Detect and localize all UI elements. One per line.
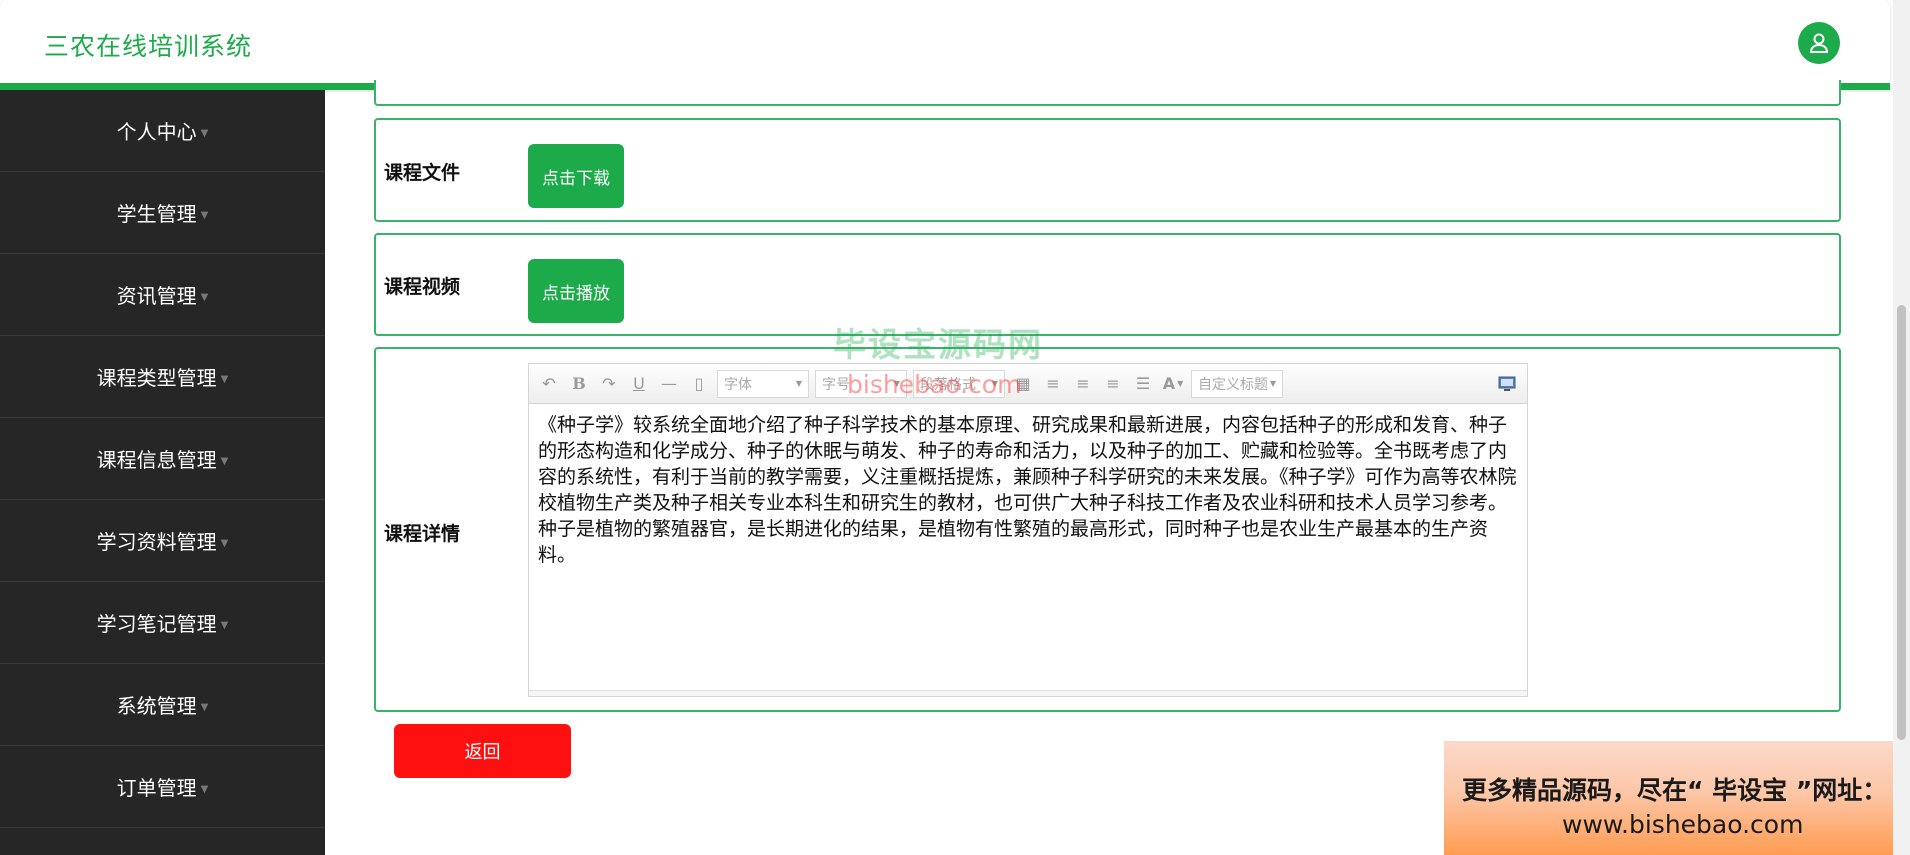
align-center-icon[interactable]: ≡ bbox=[1101, 372, 1125, 396]
user-avatar-button[interactable] bbox=[1798, 22, 1840, 64]
watermark-url: bishebao.com bbox=[847, 370, 1022, 399]
course-file-panel: 课程文件 点击下载 bbox=[374, 118, 1841, 222]
course-file-label: 课程文件 bbox=[384, 162, 461, 184]
page-scrollbar[interactable] bbox=[1893, 0, 1910, 855]
course-detail-panel: 课程详情 ↶ B ↷ U — ▯ 字体 ▼ 字号 ▼ 段落格式 ▼ ▦ ≡ ≡ ≡ ☰… bbox=[374, 347, 1841, 712]
editor-content[interactable]: 《种子学》较系统全面地介绍了种子科学技术的基本原理、研究成果和最新进展，内容包括… bbox=[529, 404, 1527, 576]
sidebar-nav: 个人中心 ▼ 学生管理 ▼ 资讯管理 ▼ 课程类型管理 ▼ 课程信息管理 ▼ 学习资料管理… bbox=[0, 90, 325, 855]
caret-down-icon: ▼ bbox=[200, 210, 209, 221]
align-left-icon[interactable]: ≡ bbox=[1041, 372, 1065, 396]
course-detail-label: 课程详情 bbox=[384, 523, 461, 545]
course-video-label: 课程视频 bbox=[384, 276, 461, 298]
redo-icon[interactable]: ↷ bbox=[597, 372, 621, 396]
sidebar-item-order-management[interactable]: 订单管理 ▼ bbox=[0, 746, 325, 828]
custom-heading-select[interactable]: 自定义标题 ▼ bbox=[1191, 369, 1283, 398]
fullscreen-icon[interactable] bbox=[1495, 372, 1519, 396]
undo-icon[interactable]: ↶ bbox=[537, 372, 561, 396]
ad-banner-url[interactable]: www.bishebao.com bbox=[1562, 810, 1803, 839]
course-video-panel: 课程视频 点击播放 bbox=[374, 233, 1841, 336]
sidebar-item-news-management[interactable]: 资讯管理 ▼ bbox=[0, 254, 325, 336]
rich-text-editor[interactable]: ↶ B ↷ U — ▯ 字体 ▼ 字号 ▼ 段落格式 ▼ ▦ ≡ ≡ ≡ ☰ A ▼ 自… bbox=[528, 363, 1528, 697]
sidebar-item-course-info-management[interactable]: 课程信息管理 ▼ bbox=[0, 418, 325, 500]
align-justify-icon[interactable]: ☰ bbox=[1131, 372, 1155, 396]
user-icon bbox=[1809, 33, 1829, 53]
font-family-select[interactable]: 字体 ▼ bbox=[717, 369, 809, 398]
return-button[interactable]: 返回 bbox=[394, 724, 571, 778]
underline-icon[interactable]: U bbox=[627, 372, 651, 396]
top-header: 三农在线培训系统 bbox=[0, 0, 1890, 90]
watermark-text: 毕设宝源码网 bbox=[833, 325, 1043, 364]
caret-down-icon: ▼ bbox=[200, 128, 209, 139]
scrollbar-thumb[interactable] bbox=[1897, 305, 1906, 740]
sidebar-item-learning-material-management[interactable]: 学习资料管理 ▼ bbox=[0, 500, 325, 582]
document-icon[interactable]: ▯ bbox=[687, 372, 711, 396]
editor-toolbar: ↶ B ↷ U — ▯ 字体 ▼ 字号 ▼ 段落格式 ▼ ▦ ≡ ≡ ≡ ☰ A ▼ 自… bbox=[529, 364, 1527, 404]
caret-down-icon: ▼ bbox=[220, 374, 229, 385]
caret-down-icon: ▼ bbox=[220, 620, 229, 631]
course-image-panel bbox=[374, 80, 1841, 106]
app-title: 三农在线培训系统 bbox=[44, 32, 253, 61]
download-button[interactable]: 点击下载 bbox=[528, 144, 624, 208]
sidebar-item-system-management[interactable]: 系统管理 ▼ bbox=[0, 664, 325, 746]
sidebar-item-study-notes-management[interactable]: 学习笔记管理 ▼ bbox=[0, 582, 325, 664]
caret-down-icon: ▼ bbox=[200, 292, 209, 303]
ad-banner-line1: 更多精品源码，尽在“ 毕设宝 ”网址： bbox=[1462, 776, 1888, 805]
caret-down-icon: ▼ bbox=[200, 784, 209, 795]
horizontal-rule-icon[interactable]: — bbox=[657, 372, 681, 396]
caret-down-icon: ▼ bbox=[220, 538, 229, 549]
sidebar-item-course-type-management[interactable]: 课程类型管理 ▼ bbox=[0, 336, 325, 418]
chevron-down-icon: ▼ bbox=[795, 379, 802, 388]
chevron-down-icon: ▼ bbox=[1269, 379, 1276, 388]
play-button[interactable]: 点击播放 bbox=[528, 259, 624, 323]
caret-down-icon: ▼ bbox=[200, 702, 209, 713]
bold-icon[interactable]: B bbox=[567, 372, 591, 396]
align-right-icon[interactable]: ≡ bbox=[1071, 372, 1095, 396]
caret-down-icon: ▼ bbox=[220, 456, 229, 467]
ad-banner[interactable]: 更多精品源码，尽在“ 毕设宝 ”网址： www.bishebao.com bbox=[1444, 741, 1910, 855]
sidebar-item-personal-center[interactable]: 个人中心 ▼ bbox=[0, 90, 325, 172]
font-color-icon[interactable]: A ▼ bbox=[1161, 372, 1185, 396]
editor-status-bar bbox=[529, 690, 1527, 696]
sidebar-item-student-management[interactable]: 学生管理 ▼ bbox=[0, 172, 325, 254]
